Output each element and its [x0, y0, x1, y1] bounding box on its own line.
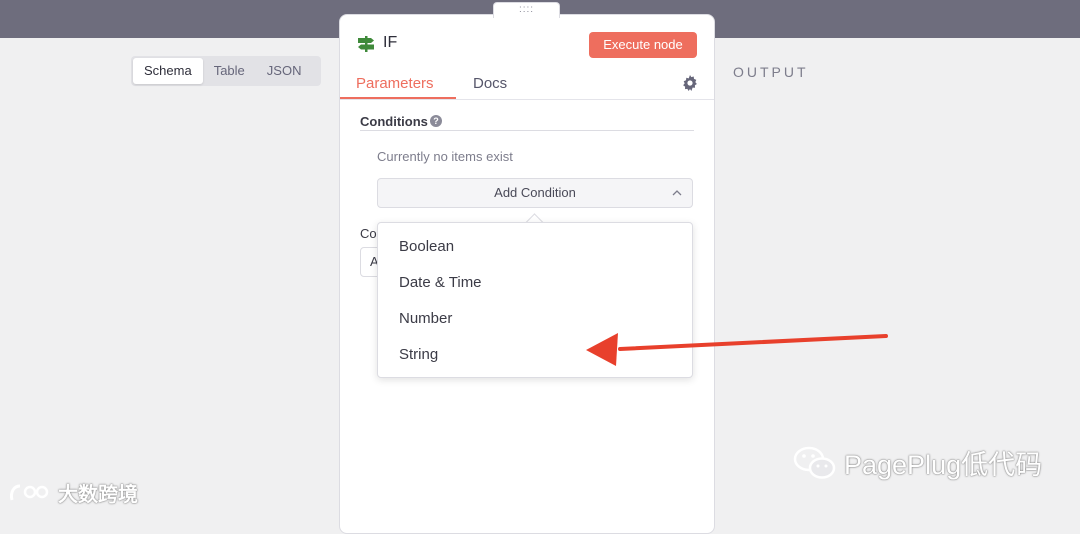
help-icon[interactable]: ?	[430, 115, 442, 127]
node-title: IF	[383, 34, 398, 51]
execute-node-button[interactable]: Execute node	[589, 32, 697, 58]
signpost-icon	[358, 36, 374, 52]
output-label: OUTPUT	[733, 64, 809, 80]
tab-parameters[interactable]: Parameters	[356, 75, 434, 92]
conditions-label: Conditions	[360, 114, 428, 129]
conditions-divider	[360, 130, 694, 131]
watermark-right: PagePlug低代码	[792, 443, 1042, 482]
tab-docs[interactable]: Docs	[473, 75, 507, 92]
add-condition-button[interactable]: Add Condition	[377, 178, 693, 208]
add-condition-label: Add Condition	[494, 185, 576, 200]
watermark-right-text: PagePlug低代码	[844, 450, 1043, 480]
empty-state-text: Currently no items exist	[377, 149, 513, 164]
option-date-time[interactable]: Date & Time	[378, 265, 692, 301]
watermark-left: 大数跨境	[8, 478, 138, 507]
drag-handle[interactable]: ::::	[493, 2, 560, 18]
combine-label: Co	[360, 226, 377, 241]
tab-schema[interactable]: Schema	[133, 58, 203, 84]
chevron-up-icon	[672, 190, 682, 196]
gear-icon[interactable]	[682, 75, 698, 91]
watermark-left-text: 大数跨境	[58, 484, 138, 506]
annotation-arrow-icon	[586, 333, 888, 366]
option-boolean[interactable]: Boolean	[378, 229, 692, 265]
wechat-icon	[793, 446, 836, 479]
tab-table[interactable]: Table	[203, 58, 256, 84]
watermark-logo-icon	[10, 484, 49, 500]
tab-json[interactable]: JSON	[256, 58, 313, 84]
view-mode-tabs: Schema Table JSON	[131, 56, 321, 86]
tabs-divider	[340, 99, 714, 100]
